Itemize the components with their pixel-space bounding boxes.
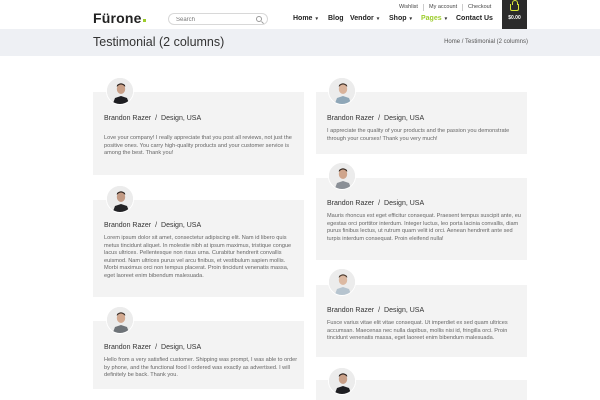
testimonial-author: Brandon Razer / Design, USA	[104, 344, 202, 351]
cart-total: $0.00	[508, 15, 521, 21]
avatar	[328, 162, 356, 190]
nav-home[interactable]: Home ▾	[293, 15, 318, 22]
checkout-link[interactable]: Checkout	[468, 4, 491, 10]
chevron-down-icon: ▾	[409, 16, 413, 22]
testimonial-text: Hello from a very satisfied customer. Sh…	[104, 357, 298, 379]
testimonial-author: Brandon Razer / Design, USA	[327, 307, 425, 314]
testimonial-text: Love your company! I really appreciate t…	[104, 135, 292, 157]
avatar	[328, 367, 356, 395]
search-icon[interactable]	[256, 16, 262, 22]
chevron-down-icon: ▾	[444, 16, 448, 22]
testimonial-author: Brandon Razer / Design, USA	[104, 222, 202, 229]
nav-contact-us[interactable]: Contact Us	[456, 15, 493, 22]
cart-button[interactable]: $0.00	[502, 0, 527, 29]
avatar	[106, 185, 134, 213]
nav-blog[interactable]: Blog	[328, 15, 344, 22]
avatar	[328, 77, 356, 105]
avatar	[328, 268, 356, 296]
site-logo[interactable]: Fürone	[93, 10, 146, 26]
nav-shop[interactable]: Shop ▾	[389, 15, 412, 22]
divider	[462, 4, 463, 11]
testimonial-text: Fusce varius vitae elit vitae consequat.…	[327, 320, 508, 342]
search-box[interactable]	[168, 13, 268, 25]
testimonial-author: Brandon Razer / Design, USA	[327, 115, 425, 122]
divider	[423, 4, 424, 11]
testimonial-text: Lorem ipsum dolor sit amet, consectetur …	[104, 235, 292, 279]
testimonial-card: Brandon Razer / Design, USA Love your comp…	[93, 92, 304, 175]
avatar	[106, 306, 134, 334]
testimonial-text: I appreciate the quality of your product…	[327, 128, 510, 142]
site-header: Fürone Wishlist My account Checkout Home…	[0, 0, 600, 29]
testimonial-author: Brandon Razer / Design, USA	[104, 115, 202, 122]
testimonial-text: Mauris rhoncus est eget efficitur conseq…	[327, 213, 521, 242]
my-account-link[interactable]: My account	[429, 4, 457, 10]
page-title: Testimonial (2 columns)	[93, 35, 225, 49]
testimonial-card: Brandon Razer / Design, USA Mauris rhoncus…	[316, 178, 527, 260]
page-title-bar: Testimonial (2 columns) Home / Testimoni…	[0, 29, 600, 56]
breadcrumb[interactable]: Home / Testimonial (2 columns)	[444, 39, 528, 45]
testimonial-card: Brandon Razer / Design, USA Lorem ipsum do…	[93, 200, 304, 297]
shopping-bag-icon	[510, 0, 519, 11]
search-input[interactable]	[176, 15, 256, 24]
avatar	[106, 77, 134, 105]
testimonial-card: Brandon Razer / Design, USA Fusce varius v…	[316, 285, 527, 357]
wishlist-link[interactable]: Wishlist	[399, 4, 418, 10]
chevron-down-icon: ▾	[376, 16, 380, 22]
logo-dot	[142, 19, 146, 22]
nav-vendor[interactable]: Vendor ▾	[350, 15, 379, 22]
testimonial-author: Brandon Razer / Design, USA	[327, 200, 425, 207]
nav-pages[interactable]: Pages ▾	[421, 15, 447, 22]
chevron-down-icon: ▾	[315, 16, 318, 22]
